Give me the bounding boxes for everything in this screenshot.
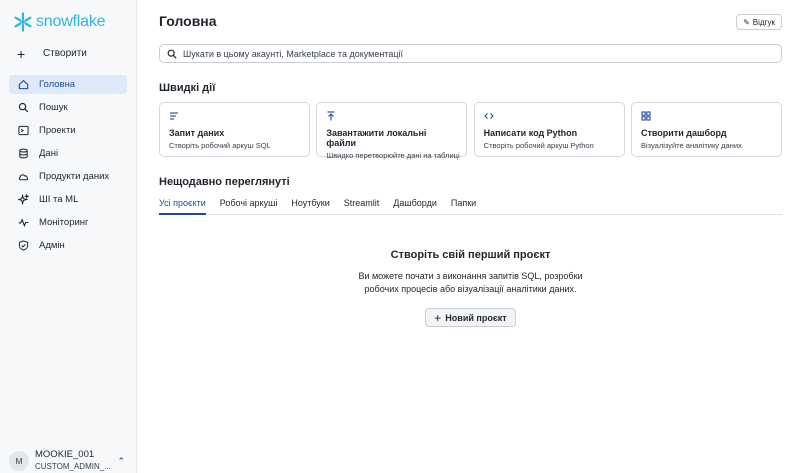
sidebar-item-data-products[interactable]: Продукти даних	[9, 167, 127, 186]
new-project-button[interactable]: + Новий проєкт	[425, 308, 516, 327]
sidebar-item-label: Проекти	[39, 125, 76, 136]
user-menu[interactable]: M MOOKIE_001 CUSTOM_ADMIN_... ⌃	[9, 449, 129, 473]
feedback-icon: ✎	[743, 17, 750, 27]
tab-streamlit[interactable]: Streamlit	[344, 194, 380, 215]
dashboard-icon	[641, 111, 772, 123]
card-description: Створіть робочий аркуш SQL	[169, 141, 271, 150]
avatar: M	[9, 451, 29, 471]
sidebar-item-label: Адмін	[39, 240, 65, 251]
tab-worksheets[interactable]: Робочі аркуші	[220, 194, 278, 215]
sidebar-item-home[interactable]: Головна	[9, 75, 127, 94]
search-bar[interactable]	[159, 44, 782, 63]
search-icon	[17, 102, 29, 114]
sidebar-item-search[interactable]: Пошук	[9, 98, 127, 117]
sidebar: snowflake + Створити Головна Пошук Проек…	[0, 0, 137, 473]
sidebar-item-admin[interactable]: Адмін	[9, 236, 127, 255]
sidebar-item-projects[interactable]: Проекти	[9, 121, 127, 140]
tab-notebooks[interactable]: Ноутбуки	[291, 194, 329, 215]
create-button-label: Створити	[43, 48, 87, 59]
main-content: Головна ✎ Відгук Швидкі дії Запит даних …	[137, 0, 800, 473]
user-info: MOOKIE_001 CUSTOM_ADMIN_...	[35, 449, 111, 473]
feedback-button-label: Відгук	[752, 17, 775, 27]
feedback-button[interactable]: ✎ Відгук	[736, 14, 782, 30]
card-title: Запит даних	[169, 128, 225, 138]
sidebar-item-label: Дані	[39, 148, 59, 159]
empty-state: Створіть свій перший проєкт Ви можете по…	[159, 249, 782, 327]
sidebar-item-data[interactable]: Дані	[9, 144, 127, 163]
tab-dashboards[interactable]: Дашборди	[393, 194, 437, 215]
sidebar-item-label: Продукти даних	[39, 171, 110, 182]
user-name: MOOKIE_001	[35, 449, 95, 460]
sidebar-item-label: Моніторинг	[39, 217, 89, 228]
empty-state-description: Ви можете почати з виконання запитів SQL…	[159, 270, 782, 295]
empty-state-description-line: Ви можете почати з виконання запитів SQL…	[358, 271, 583, 281]
code-icon	[483, 111, 615, 123]
cloud-icon	[17, 171, 29, 183]
brand-name: snowflake	[36, 13, 106, 30]
card-description: Візуалізуйте аналітику даних	[640, 141, 742, 150]
quick-action-create-dashboard[interactable]: Створити дашборд Візуалізуйте аналітику …	[630, 102, 782, 157]
sidebar-item-monitoring[interactable]: Моніторинг	[9, 213, 127, 232]
snowflake-logo[interactable]: snowflake	[13, 11, 106, 33]
terminal-icon	[17, 125, 29, 137]
snowflake-icon	[14, 12, 32, 32]
chevron-up-icon: ⌃	[117, 456, 125, 466]
tab-all-projects[interactable]: Усі проєкти	[159, 194, 206, 215]
search-input[interactable]	[183, 48, 781, 59]
upload-icon	[326, 111, 457, 123]
sidebar-item-label: Головна	[39, 79, 76, 90]
card-title: Створити дашборд	[640, 128, 727, 138]
shield-icon	[17, 240, 29, 252]
page-title: Головна	[159, 13, 217, 29]
user-role: CUSTOM_ADMIN_...	[35, 462, 111, 471]
activity-icon	[17, 217, 29, 229]
sparkle-icon	[17, 194, 29, 206]
quick-action-query-data[interactable]: Запит даних Створіть робочий аркуш SQL	[159, 102, 310, 157]
quick-actions-title: Швидкі дії	[159, 82, 216, 94]
quick-actions: Запит даних Створіть робочий аркуш SQL З…	[159, 102, 782, 160]
new-project-button-label: Новий проєкт	[445, 312, 507, 323]
sidebar-item-label: ШІ та ML	[39, 194, 79, 205]
plus-icon: +	[17, 45, 26, 62]
card-title: Завантажити локальні файли	[326, 128, 427, 148]
create-button[interactable]: + Створити	[9, 44, 126, 63]
home-icon	[17, 79, 29, 91]
sidebar-nav: Головна Пошук Проекти Дані Продукти дани…	[9, 75, 127, 259]
recent-title: Нещодавно переглянуті	[159, 176, 290, 188]
card-description: Швидко перетворюйте дані на таблиці	[326, 151, 460, 160]
tab-folders[interactable]: Папки	[451, 194, 476, 215]
recent-tabs: Усі проєкти Робочі аркуші Ноутбуки Strea…	[159, 194, 782, 215]
quick-action-write-python[interactable]: Написати код Python Створіть робочий арк…	[473, 102, 625, 157]
card-description: Створіть робочий аркуш Python	[483, 141, 594, 150]
lines-icon	[169, 111, 300, 123]
plus-icon: +	[434, 310, 442, 325]
sidebar-item-ai-ml[interactable]: ШІ та ML	[9, 190, 127, 209]
search-icon	[167, 49, 177, 59]
empty-state-title: Створіть свій перший проєкт	[390, 249, 551, 261]
empty-state-description-line: робочих процесів або візуалізації аналіт…	[364, 283, 577, 294]
card-title: Написати код Python	[483, 128, 578, 138]
database-icon	[17, 148, 29, 160]
sidebar-item-label: Пошук	[39, 102, 68, 113]
quick-action-upload-files[interactable]: Завантажити локальні файли Швидко перетв…	[316, 102, 468, 160]
